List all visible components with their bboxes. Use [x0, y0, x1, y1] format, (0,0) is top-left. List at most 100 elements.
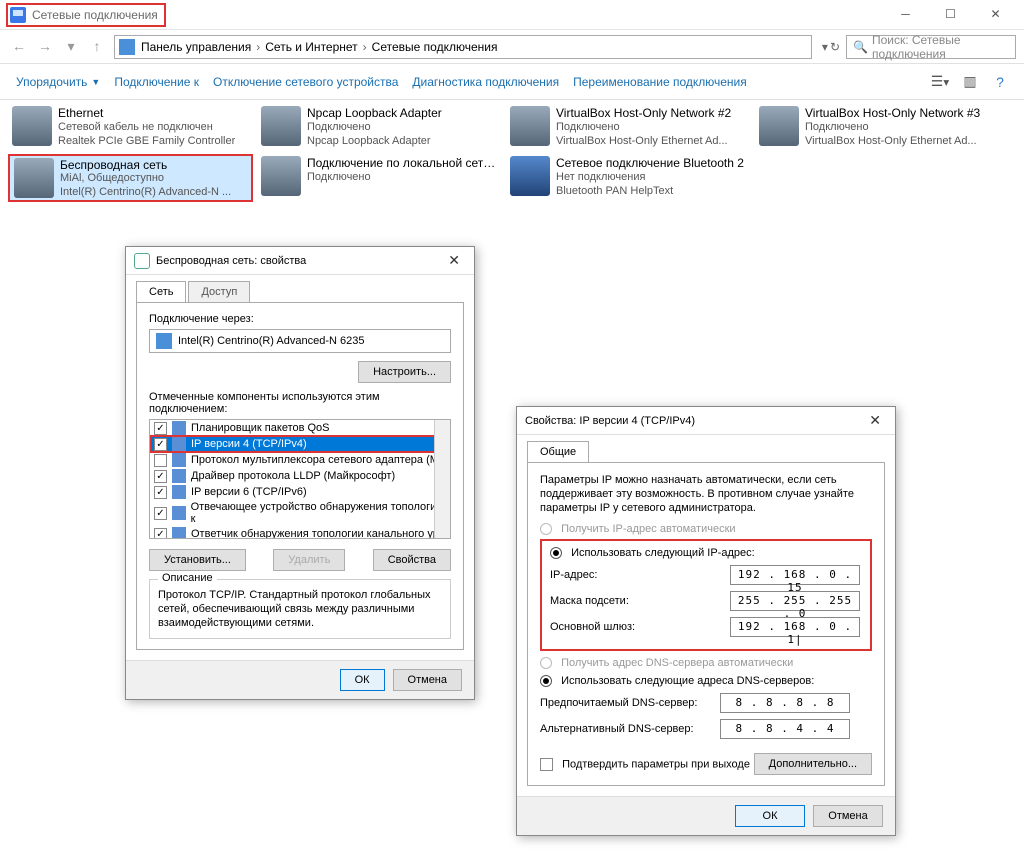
ip-address-input[interactable]: 192 . 168 . 0 . 15: [730, 565, 860, 585]
confirm-on-exit-row[interactable]: Подтвердить параметры при выходе: [540, 758, 750, 771]
checkbox[interactable]: [154, 438, 167, 451]
preview-pane-icon[interactable]: ▥: [956, 73, 984, 90]
radio-manual-ip[interactable]: [550, 547, 562, 559]
cmd-rename[interactable]: Переименование подключения: [567, 71, 753, 93]
cmd-diagnose[interactable]: Диагностика подключения: [406, 71, 565, 93]
bluetooth-adapter-icon: [510, 156, 550, 196]
checkbox[interactable]: [154, 454, 167, 467]
component-icon: [172, 469, 186, 483]
nav-recent-icon[interactable]: ▾: [60, 38, 82, 55]
gateway-input[interactable]: 192 . 168 . 0 . 1|: [730, 617, 860, 637]
dialog-titlebar: Свойства: IP версии 4 (TCP/IPv4) ✕: [517, 407, 895, 435]
checkbox[interactable]: [154, 507, 167, 520]
connection-vbox3[interactable]: VirtualBox Host-Only Network #3 Подключе…: [755, 104, 1000, 152]
component-icon: [172, 485, 186, 499]
connection-status: Подключено: [307, 120, 442, 134]
adapter-name: Intel(R) Centrino(R) Advanced-N 6235: [178, 335, 364, 347]
connection-status: MiAl, Общедоступно: [60, 171, 231, 184]
adapter-icon: [156, 333, 172, 349]
titlebar: Сетевые подключения ─ ☐ ✕: [0, 0, 1024, 30]
close-icon[interactable]: ✕: [863, 412, 887, 429]
ok-button[interactable]: ОК: [340, 669, 385, 691]
address-dropdown-icon[interactable]: ▾: [822, 40, 828, 54]
radio-auto-ip-row[interactable]: Получить IP-адрес автоматически: [540, 523, 872, 535]
nav-back-icon[interactable]: ←: [8, 38, 30, 55]
cmd-organize[interactable]: Упорядочить▼: [10, 71, 106, 93]
subnet-mask-input[interactable]: 255 . 255 . 255 . 0: [730, 591, 860, 611]
confirm-checkbox[interactable]: [540, 758, 553, 771]
checkbox[interactable]: [154, 422, 167, 435]
component-label: Планировщик пакетов QoS: [191, 422, 330, 434]
adapter-icon: [510, 106, 550, 146]
manual-ip-highlight: Использовать следующий IP-адрес: IP-адре…: [540, 539, 872, 651]
connection-name: Подключение по локальной сети 2: [307, 156, 498, 170]
help-icon[interactable]: ?: [986, 74, 1014, 90]
component-label: Протокол мультиплексора сетевого адаптер…: [191, 454, 445, 466]
connection-name: Беспроводная сеть: [60, 158, 231, 171]
close-button[interactable]: ✕: [973, 0, 1018, 29]
component-label: IP версии 4 (TCP/IPv4): [191, 438, 307, 450]
connection-wifi[interactable]: Беспроводная сеть MiAl, Общедоступно Int…: [8, 154, 253, 202]
configure-button[interactable]: Настроить...: [358, 361, 451, 383]
dialog-titlebar: Беспроводная сеть: свойства ✕: [126, 247, 474, 275]
components-list[interactable]: Планировщик пакетов QoS IP версии 4 (TCP…: [149, 419, 451, 539]
minimize-button[interactable]: ─: [883, 0, 928, 29]
dialog-wifi-properties: Беспроводная сеть: свойства ✕ Сеть Досту…: [125, 246, 475, 700]
view-options-icon[interactable]: ☰▾: [926, 73, 954, 90]
connection-lan2[interactable]: Подключение по локальной сети 2 Подключе…: [257, 154, 502, 202]
checkbox[interactable]: [154, 470, 167, 483]
cmd-connect[interactable]: Подключение к: [108, 71, 205, 93]
connection-npcap[interactable]: Npcap Loopback Adapter Подключено Npcap …: [257, 104, 502, 152]
install-button[interactable]: Установить...: [149, 549, 246, 571]
properties-button[interactable]: Свойства: [373, 549, 451, 571]
address-bar: ← → ▾ ↑ Панель управления › Сеть и Интер…: [0, 30, 1024, 64]
wifi-adapter-icon: [14, 158, 54, 198]
search-input[interactable]: 🔍 Поиск: Сетевые подключения: [846, 35, 1016, 59]
component-label: Отвечающее устройство обнаружения тополо…: [191, 501, 446, 525]
radio-manual-dns-label: Использовать следующие адреса DNS-сервер…: [561, 675, 814, 687]
radio-manual-dns[interactable]: [540, 675, 552, 687]
command-bar: Упорядочить▼ Подключение к Отключение се…: [0, 64, 1024, 100]
connection-status: Нет подключения: [556, 170, 744, 184]
connection-name: Npcap Loopback Adapter: [307, 106, 442, 120]
advanced-button[interactable]: Дополнительно...: [754, 753, 872, 775]
connection-status: Подключено: [307, 170, 498, 184]
title-highlight: Сетевые подключения: [6, 3, 166, 27]
adapter-combo[interactable]: Intel(R) Centrino(R) Advanced-N 6235: [149, 329, 451, 353]
component-label: Ответчик обнаружения топологии канальног…: [191, 528, 445, 539]
crumb-network-connections[interactable]: Сетевые подключения: [372, 40, 498, 54]
close-icon[interactable]: ✕: [442, 252, 466, 269]
crumb-control-panel[interactable]: Панель управления: [141, 40, 251, 54]
component-icon: [172, 437, 186, 451]
tab-general[interactable]: Общие: [527, 441, 589, 462]
adapter-icon: [12, 106, 52, 146]
breadcrumb[interactable]: Панель управления › Сеть и Интернет › Се…: [114, 35, 812, 59]
scrollbar[interactable]: [434, 420, 450, 538]
radio-manual-ip-row[interactable]: Использовать следующий IP-адрес:: [550, 547, 862, 559]
connection-bluetooth[interactable]: Сетевое подключение Bluetooth 2 Нет подк…: [506, 154, 751, 202]
checkbox[interactable]: [154, 486, 167, 499]
adapter-icon: [261, 156, 301, 196]
remove-button: Удалить: [273, 549, 345, 571]
tab-network[interactable]: Сеть: [136, 281, 186, 302]
connection-ethernet[interactable]: Ethernet Сетевой кабель не подключен Rea…: [8, 104, 253, 152]
cancel-button[interactable]: Отмена: [813, 805, 883, 827]
cancel-button[interactable]: Отмена: [393, 669, 462, 691]
checkbox[interactable]: [154, 528, 167, 540]
nav-fwd-icon[interactable]: →: [34, 38, 56, 55]
dns2-label: Альтернативный DNS-сервер:: [540, 723, 720, 735]
tab-access[interactable]: Доступ: [188, 281, 250, 302]
dns1-input[interactable]: 8 . 8 . 8 . 8: [720, 693, 850, 713]
crumb-network-internet[interactable]: Сеть и Интернет: [265, 40, 357, 54]
dns1-label: Предпочитаемый DNS-сервер:: [540, 697, 720, 709]
refresh-icon[interactable]: ↻: [830, 40, 840, 54]
maximize-button[interactable]: ☐: [928, 0, 973, 29]
connection-vbox2[interactable]: VirtualBox Host-Only Network #2 Подключе…: [506, 104, 751, 152]
cmd-disable[interactable]: Отключение сетевого устройства: [207, 71, 404, 93]
radio-manual-dns-row[interactable]: Использовать следующие адреса DNS-сервер…: [540, 675, 872, 687]
connections-list: Ethernet Сетевой кабель не подключен Rea…: [0, 100, 1024, 206]
radio-auto-ip[interactable]: [540, 523, 552, 535]
ok-button[interactable]: ОК: [735, 805, 805, 827]
dns2-input[interactable]: 8 . 8 . 4 . 4: [720, 719, 850, 739]
nav-up-icon[interactable]: ↑: [86, 38, 108, 55]
